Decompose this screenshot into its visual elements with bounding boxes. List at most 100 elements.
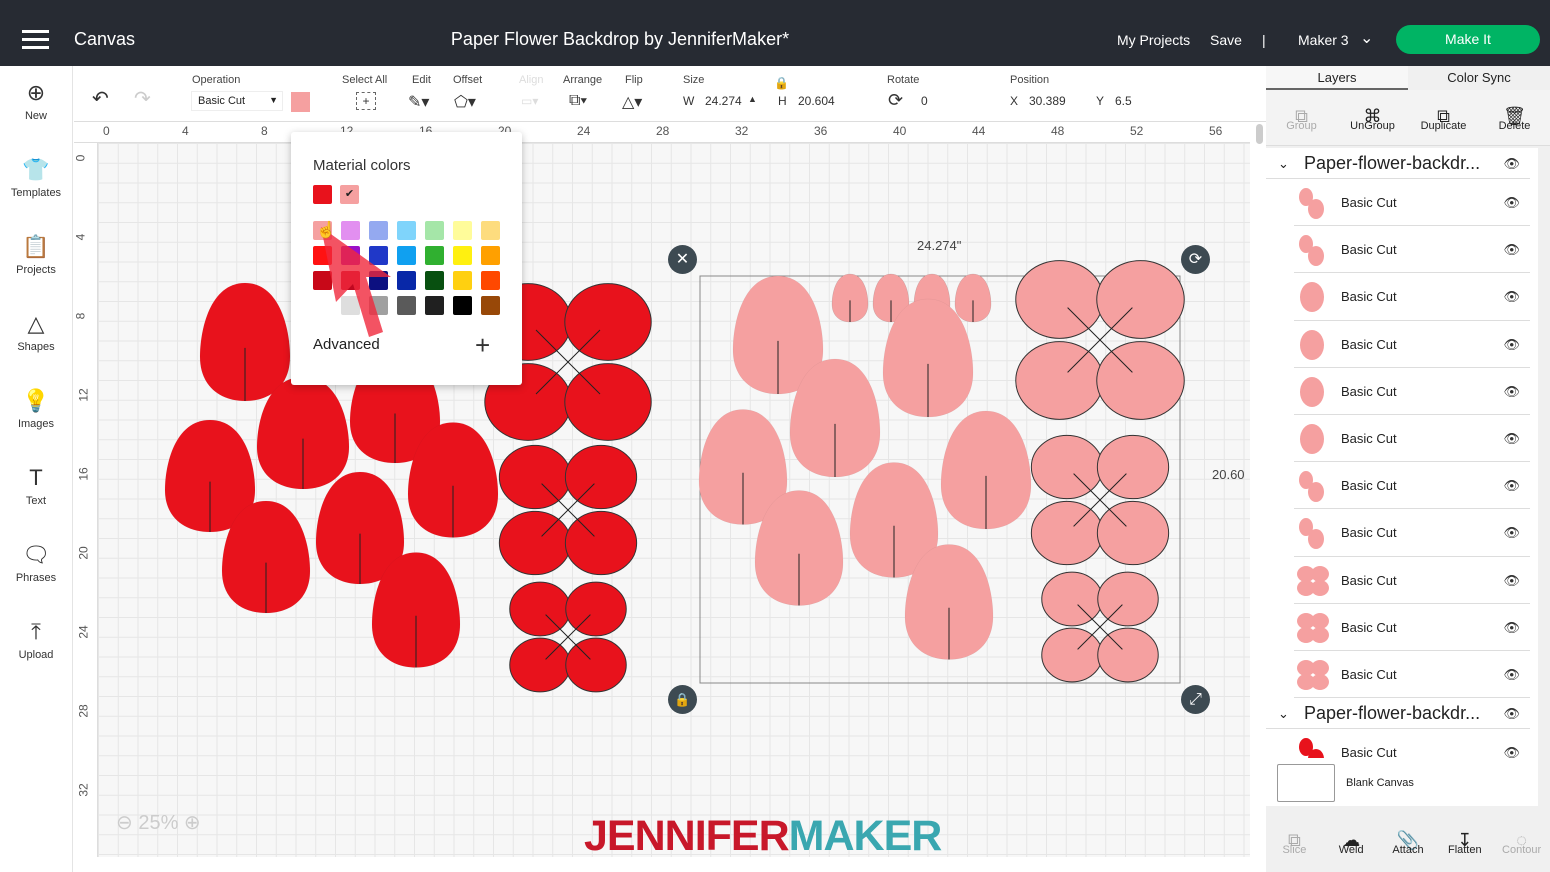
layer-item[interactable]: Basic Cut 👁 [1294,321,1530,368]
close-handle-icon[interactable]: ✕ [668,245,697,274]
rotate-input[interactable]: 0 [921,94,928,108]
layer-item[interactable]: Basic Cut 👁 [1294,462,1530,510]
layer-item[interactable]: Basic Cut 👁 [1294,557,1530,604]
color-swatch[interactable] [481,296,500,315]
delete-button[interactable]: 🗑 Delete [1479,90,1550,145]
chevron-down-icon[interactable]: ⌄ [1278,698,1289,729]
color-swatch[interactable] [453,221,472,240]
layer-item[interactable]: Basic Cut 👁 [1294,226,1530,274]
eye-icon[interactable]: 👁 [1503,368,1520,415]
eye-icon[interactable]: 👁 [1503,179,1520,226]
resize-handle-icon[interactable]: ⤢ [1181,685,1210,714]
pencil-icon[interactable]: ✎▾ [408,92,429,112]
lock-handle-icon[interactable]: 🔒 [668,685,697,714]
arrange-icon[interactable]: ⧉▾ [569,92,587,110]
machine-select[interactable]: Maker 3 [1298,32,1349,48]
rotate-handle-icon[interactable]: ⟳ [1181,245,1210,274]
eye-icon[interactable]: 👁 [1503,509,1520,556]
layer-item[interactable]: Basic Cut 👁 [1294,368,1530,415]
my-projects-link[interactable]: My Projects [1117,32,1190,48]
design-canvas[interactable]: 24.274" 20.60 ✕ ⟳ 🔒 ⤢ [98,143,1250,857]
color-swatch[interactable] [481,246,500,265]
eye-icon[interactable]: 👁 [1503,462,1520,509]
color-swatch[interactable] [425,246,444,265]
layer-item[interactable]: Basic Cut 👁 [1294,729,1530,758]
zoom-in-icon[interactable]: ⊕ [184,812,201,834]
group-button[interactable]: ⧉ Group [1266,90,1337,145]
layer-item[interactable]: Basic Cut 👁 [1294,415,1530,463]
layer-item[interactable]: Basic Cut 👁 [1294,651,1530,699]
offset-icon[interactable]: ⬠▾ [454,92,476,112]
pink-petal[interactable] [941,411,1031,529]
lock-icon[interactable]: 🔒 [774,76,789,90]
duplicate-button[interactable]: ⧉ Duplicate [1408,90,1479,145]
pink-petal[interactable] [832,274,868,322]
eye-icon[interactable]: 👁 [1503,604,1520,651]
select-all-icon[interactable]: + [356,92,376,110]
eye-icon[interactable]: 👁 [1503,226,1520,273]
slice-button[interactable]: ⧉ Slice [1266,810,1323,872]
sidebar-item-projects[interactable]: 📋 Projects [0,220,72,297]
operation-select[interactable]: Basic Cut ▼ [191,91,283,111]
layer-group[interactable]: ⌄ Paper-flower-backdr... 👁 [1266,148,1530,179]
contour-button[interactable]: ◌ Contour [1493,810,1550,872]
flower-shape[interactable] [1015,260,1185,420]
eye-icon[interactable]: 👁 [1503,321,1520,368]
sidebar-item-new[interactable]: ⊕ New [0,66,72,143]
color-swatch[interactable] [453,296,472,315]
layer-item[interactable]: Basic Cut 👁 [1294,179,1530,227]
eye-icon[interactable]: 👁 [1503,415,1520,462]
blank-canvas-layer[interactable]: Blank Canvas [1266,758,1538,806]
current-color-swatch[interactable]: ✔ [340,185,359,204]
x-input[interactable]: 30.389 [1029,94,1066,108]
height-input[interactable]: 20.604 [798,94,835,108]
layer-item[interactable]: Basic Cut 👁 [1294,604,1530,651]
sidebar-item-upload[interactable]: ⤒ Upload [0,605,72,682]
tab-color-sync[interactable]: Color Sync [1408,66,1550,90]
layer-group[interactable]: ⌄ Paper-flower-backdr... 👁 [1266,698,1530,730]
y-input[interactable]: 6.5 [1115,94,1132,108]
operation-color-swatch[interactable] [291,92,310,112]
width-input[interactable]: 24.274 [705,94,742,108]
layer-item[interactable]: Basic Cut 👁 [1294,273,1530,321]
zoom-out-icon[interactable]: ⊖ [116,812,133,834]
color-swatch[interactable] [453,271,472,290]
flatten-button[interactable]: ↧ Flatten [1436,810,1493,872]
flower-shape[interactable] [498,444,638,576]
chevron-down-icon[interactable]: ⌄ [1278,148,1289,179]
redo-icon[interactable]: ↷ [134,86,151,111]
weld-button[interactable]: ☁ Weld [1323,810,1380,872]
sidebar-item-templates[interactable]: 👕 Templates [0,143,72,220]
eye-icon[interactable]: 👁 [1503,651,1520,698]
color-swatch[interactable] [425,271,444,290]
flower-shape[interactable] [1030,434,1170,566]
undo-icon[interactable]: ↶ [92,86,109,111]
attach-button[interactable]: 📎 Attach [1380,810,1437,872]
make-it-button[interactable]: Make It [1396,25,1540,54]
ungroup-button[interactable]: ⌘ UnGroup [1337,90,1408,145]
eye-icon[interactable]: 👁 [1503,729,1520,758]
color-swatch[interactable] [425,221,444,240]
red-petal[interactable] [200,283,290,401]
flower-shape[interactable] [509,581,627,693]
eye-icon[interactable]: 👁 [1503,273,1520,320]
layer-item[interactable]: Basic Cut 👁 [1294,509,1530,557]
save-button[interactable]: Save [1210,32,1242,48]
stepper-icon[interactable]: ▲ [748,94,757,104]
plus-icon[interactable]: + [475,330,490,361]
eye-icon[interactable]: 👁 [1503,148,1520,179]
align-icon[interactable]: ▭▾ [521,94,538,108]
sidebar-item-images[interactable]: 💡 Images [0,374,72,451]
flip-icon[interactable]: △▾ [622,92,642,112]
chevron-down-icon[interactable]: ⌄ [1360,28,1373,48]
sidebar-item-shapes[interactable]: △ Shapes [0,297,72,374]
eye-icon[interactable]: 👁 [1503,698,1520,729]
pink-petal[interactable] [955,274,991,322]
scrollbar[interactable] [1256,124,1263,144]
tab-layers[interactable]: Layers [1266,66,1408,90]
color-swatch[interactable] [481,221,500,240]
color-swatch[interactable] [425,296,444,315]
sidebar-item-phrases[interactable]: 🗨 Phrases [0,528,72,605]
eye-icon[interactable]: 👁 [1503,557,1520,604]
color-swatch[interactable] [481,271,500,290]
